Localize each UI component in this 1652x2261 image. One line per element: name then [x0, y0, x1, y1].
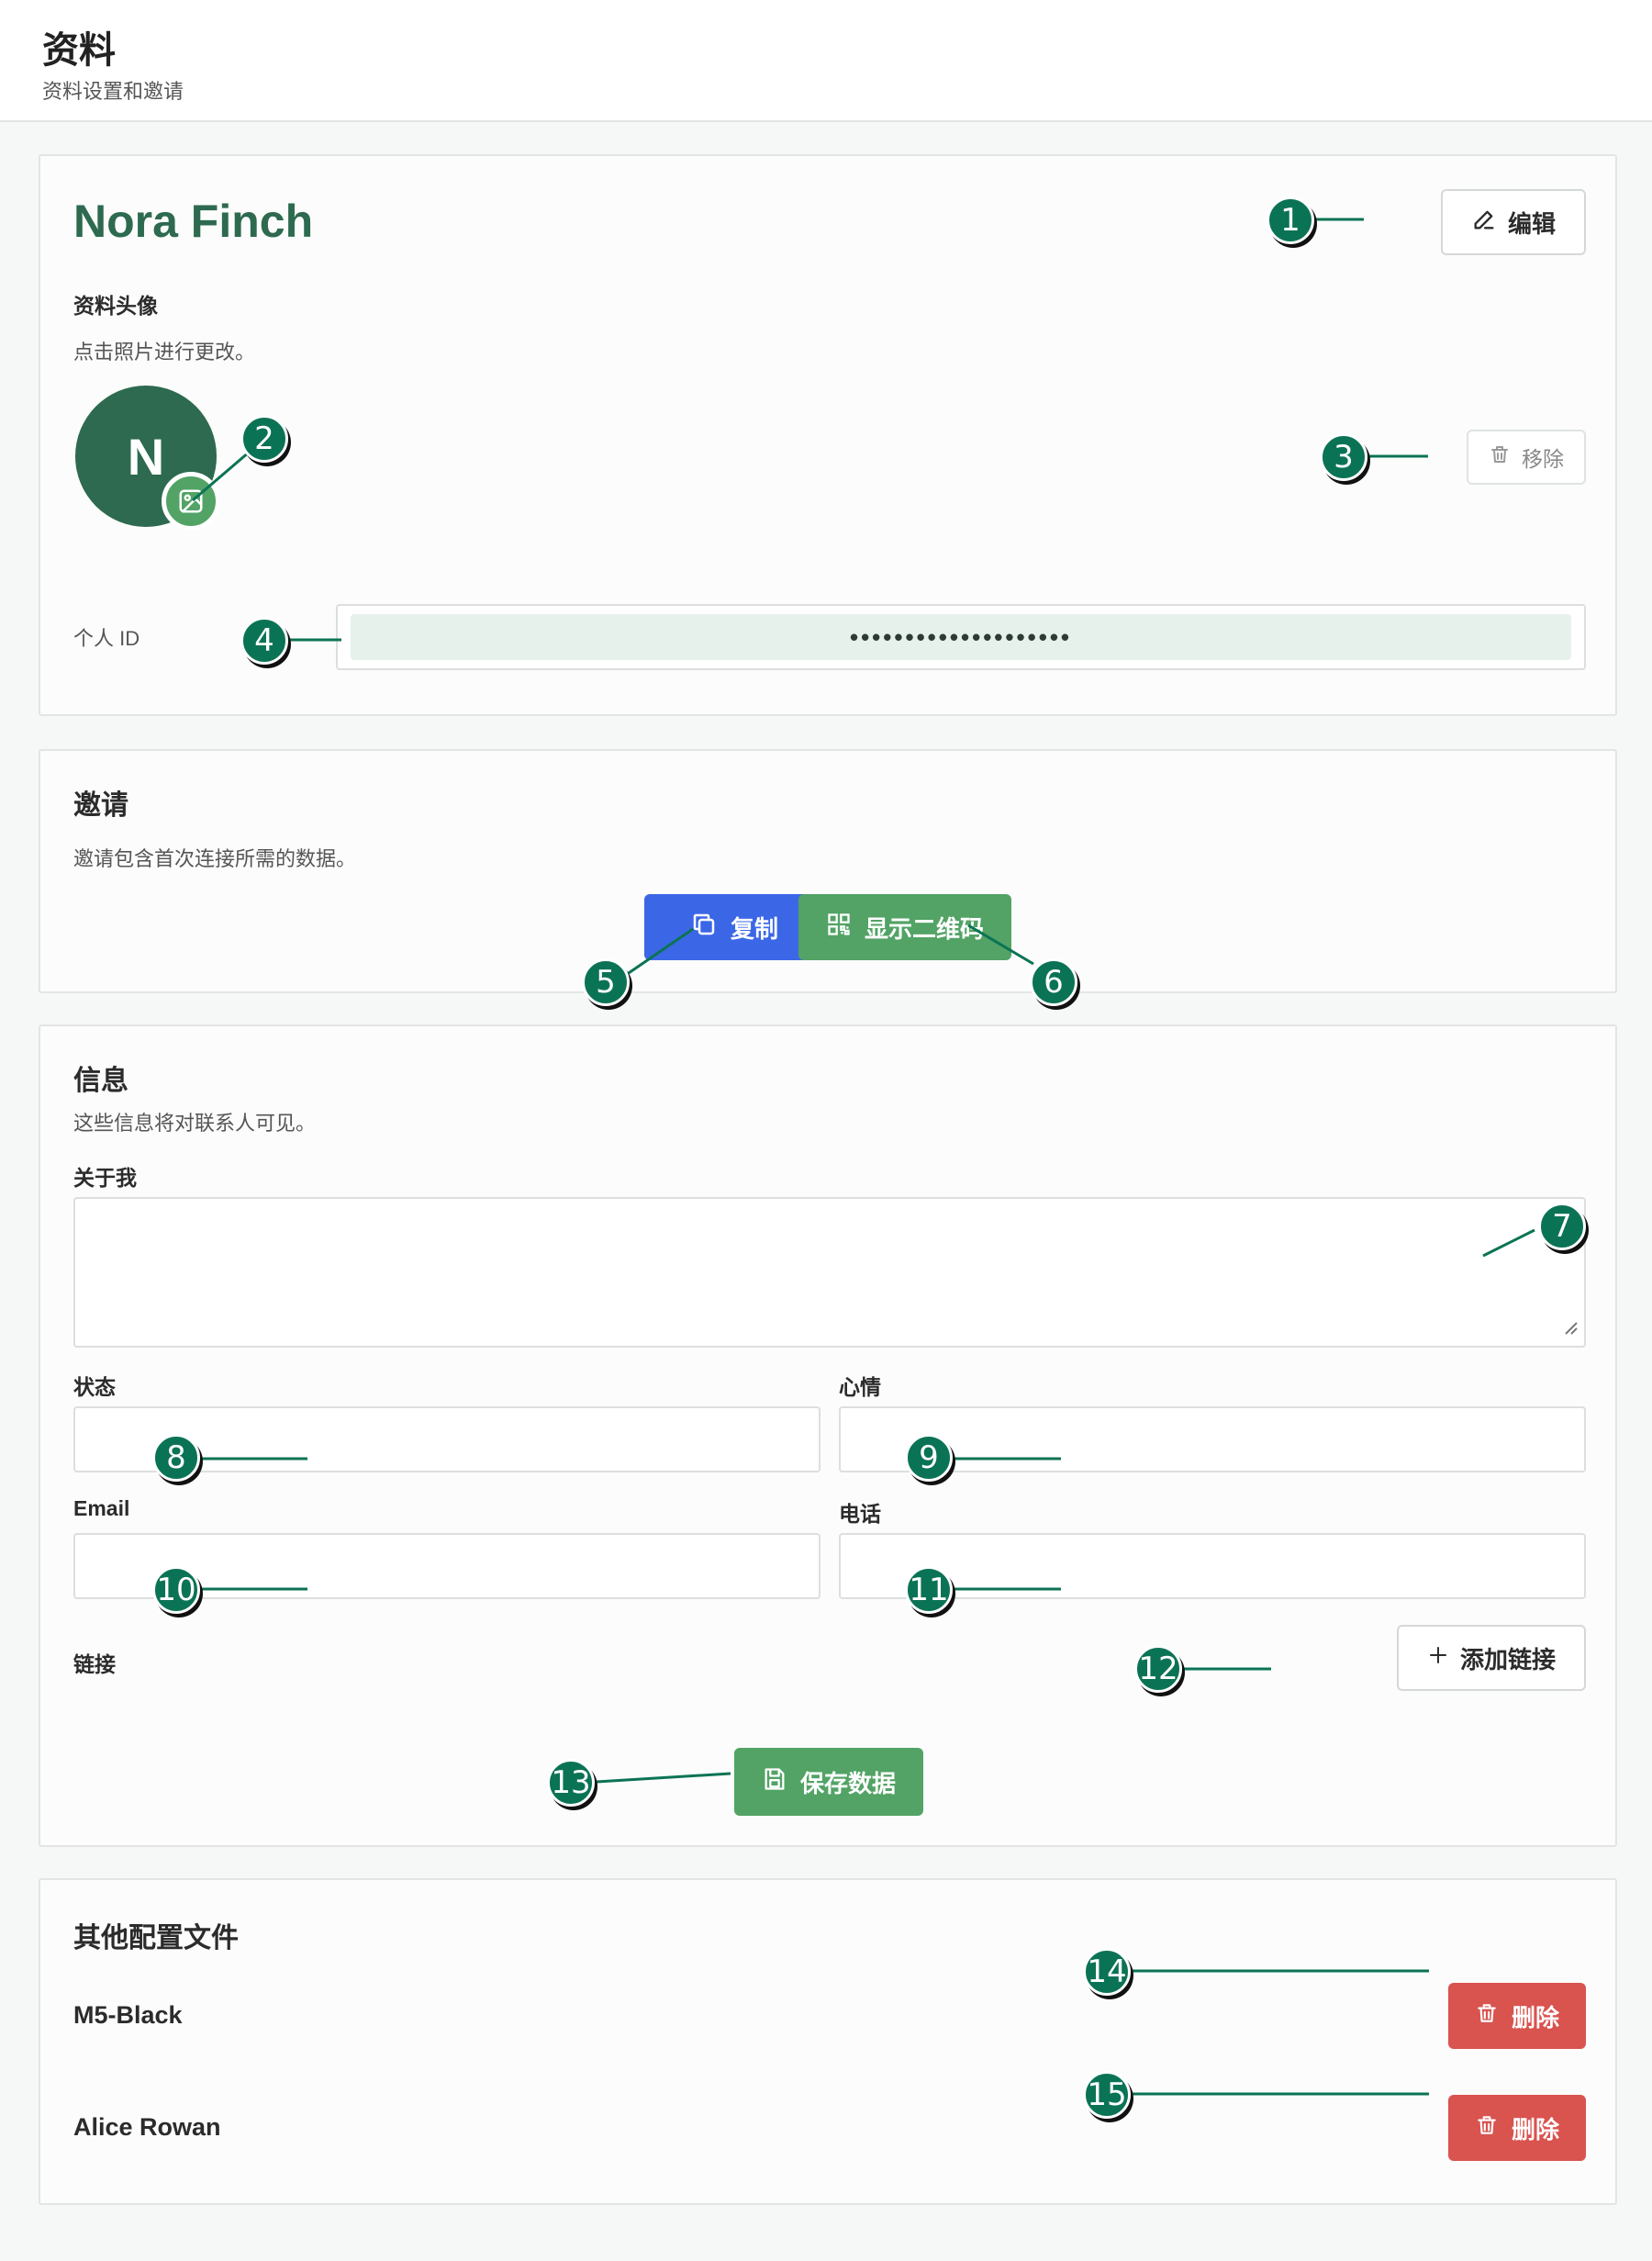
copy-invite-label: 复制: [730, 914, 778, 943]
remove-avatar-label: 移除: [1522, 447, 1564, 471]
other-profiles-card: 其他配置文件 M5-Black 删除 Alice Rowan 删除: [39, 1878, 1617, 2205]
save-data-label: 保存数据: [799, 1769, 896, 1797]
personal-id-field[interactable]: ••••••••••••••••••••: [336, 604, 1586, 670]
trash-icon: [1489, 443, 1511, 471]
annotation-marker: 12: [1134, 1645, 1182, 1693]
change-photo-icon[interactable]: [162, 472, 220, 531]
annotation-marker: 1: [1267, 196, 1314, 244]
personal-id-label: 个人 ID: [73, 627, 140, 650]
email-label: Email: [73, 1496, 130, 1520]
delete-profile-label: 删除: [1511, 2115, 1559, 2143]
delete-profile-button[interactable]: 删除: [1448, 1983, 1586, 2049]
resize-grip-icon[interactable]: [1562, 1319, 1579, 1340]
other-profiles-heading: 其他配置文件: [73, 1923, 239, 1953]
edit-button[interactable]: 编辑: [1441, 189, 1586, 255]
invite-description: 邀请包含首次连接所需的数据。: [73, 847, 357, 870]
trash-icon: [1475, 2113, 1499, 2143]
save-icon: [762, 1766, 787, 1798]
show-qr-button[interactable]: 显示二维码: [798, 894, 1011, 960]
show-qr-label: 显示二维码: [864, 914, 984, 943]
info-description: 这些信息将对联系人可见。: [73, 1112, 317, 1135]
annotation-marker: 8: [152, 1434, 200, 1482]
info-heading: 信息: [73, 1066, 128, 1096]
add-link-button[interactable]: 添加链接: [1397, 1625, 1586, 1691]
pencil-icon: [1471, 207, 1497, 239]
annotation-marker: 7: [1538, 1203, 1586, 1250]
annotation-marker: 13: [547, 1759, 595, 1807]
copy-invite-button[interactable]: 复制: [644, 894, 824, 960]
add-link-label: 添加链接: [1459, 1645, 1556, 1673]
annotation-marker: 11: [905, 1566, 953, 1614]
page-header: 资料 资料设置和邀请: [0, 0, 1652, 122]
avatar-initial: N: [127, 427, 165, 486]
mood-label: 心情: [839, 1375, 881, 1399]
annotation-marker: 10: [152, 1566, 200, 1614]
save-data-button[interactable]: 保存数据: [734, 1748, 923, 1816]
page-title: 资料: [42, 30, 116, 71]
annotation-marker: 2: [240, 415, 288, 463]
status-label: 状态: [73, 1375, 116, 1399]
plus-icon: [1427, 1644, 1449, 1673]
profile-item-name: Alice Rowan: [73, 2113, 221, 2141]
page-subtitle: 资料设置和邀请: [42, 80, 184, 103]
annotation-marker: 3: [1320, 433, 1367, 481]
delete-profile-label: 删除: [1511, 2003, 1559, 2032]
annotation-marker: 6: [1030, 958, 1077, 1006]
annotation-marker: 9: [905, 1434, 953, 1482]
trash-icon: [1475, 2001, 1499, 2032]
annotation-marker: 14: [1083, 1948, 1131, 1996]
info-card: 信息 这些信息将对联系人可见。 关于我 状态 心情 Email 电话 链接 添加…: [39, 1024, 1617, 1847]
avatar-hint: 点击照片进行更改。: [73, 341, 256, 364]
delete-profile-button[interactable]: 删除: [1448, 2095, 1586, 2161]
personal-id-value: ••••••••••••••••••••: [351, 614, 1571, 660]
about-label: 关于我: [73, 1166, 137, 1190]
copy-icon: [690, 911, 718, 945]
annotation-marker: 15: [1083, 2071, 1131, 2119]
links-label: 链接: [73, 1652, 116, 1676]
invite-card: 邀请 邀请包含首次连接所需的数据。 复制 显示二维码: [39, 749, 1617, 993]
phone-label: 电话: [839, 1502, 881, 1526]
qr-code-icon: [826, 912, 852, 944]
profile-item-name: M5-Black: [73, 2001, 183, 2029]
about-textarea[interactable]: [73, 1197, 1586, 1348]
avatar-heading: 资料头像: [73, 294, 158, 318]
profile-name: Nora Finch: [73, 196, 314, 247]
annotation-marker: 5: [582, 958, 630, 1006]
annotation-marker: 4: [240, 617, 288, 665]
invite-heading: 邀请: [73, 790, 128, 821]
edit-button-label: 编辑: [1507, 209, 1556, 238]
remove-avatar-button[interactable]: 移除: [1467, 430, 1586, 485]
